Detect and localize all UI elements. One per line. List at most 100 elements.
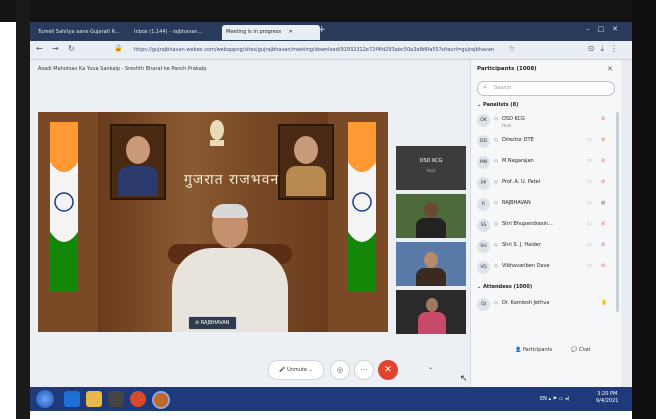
- panel-scrollbar[interactable]: [616, 112, 619, 312]
- thumbnail-tile[interactable]: OSD KCG Host: [396, 146, 466, 190]
- video-icon: ▭: [587, 137, 592, 143]
- avatar: SS: [477, 219, 490, 232]
- folder-icon[interactable]: [86, 391, 102, 407]
- browser-tab[interactable]: Inbox (1,144) - rajbhavan...: [130, 25, 226, 40]
- more-button[interactable]: ···: [354, 360, 374, 380]
- role-icon: ◇: [494, 221, 498, 227]
- meeting-area: Azadi Mahotsav Ka Yuva Sankalp - Sreshth…: [30, 60, 470, 387]
- mic-muted-icon: ⊘: [601, 137, 606, 143]
- role-icon: ◇: [494, 263, 498, 269]
- media-icon[interactable]: [108, 391, 124, 407]
- monitor-bezel-right: [632, 0, 656, 419]
- attendees-heading[interactable]: ⌄ Attendees (1000): [477, 284, 532, 290]
- start-button[interactable]: [36, 390, 54, 408]
- role-icon: ◇: [494, 158, 498, 164]
- participant-row[interactable]: MN ◇ M Nagarajan ▭ ⊘: [477, 154, 615, 171]
- participant-row[interactable]: PP ◇ Prof. A. U. Patel ▭ ⊘: [477, 175, 615, 192]
- role-icon: ◇: [494, 200, 498, 206]
- mic-muted-icon: ⊘: [601, 179, 606, 185]
- avatar: VD: [477, 261, 490, 274]
- participant-row[interactable]: DD ◇ Director DTE ▭ ⊘: [477, 133, 615, 150]
- mic-muted-icon: ⊘: [601, 221, 606, 227]
- browser-tab[interactable]: Tumeli Sahitya aane Gujarati R...: [34, 25, 134, 40]
- taskbar-clock[interactable]: 3:20 PM 9/4/2021: [596, 391, 618, 405]
- star-icon[interactable]: ☆: [508, 44, 515, 53]
- participant-row[interactable]: R ◇ RAJBHAVAN ▭ ◍: [477, 196, 615, 213]
- thumbnail-tile[interactable]: [396, 242, 466, 286]
- participant-row[interactable]: VD ◇ Vibhavariben Dave ▭ ⊘: [477, 259, 615, 276]
- thumbnail-tile[interactable]: [396, 194, 466, 238]
- mic-muted-icon: ⊘: [601, 242, 606, 248]
- participant-row[interactable]: OK ◇ OSD KCG Host ⊘: [477, 112, 615, 129]
- monitor-bezel-top: [0, 0, 656, 22]
- mic-muted-icon: ⊘: [601, 116, 606, 122]
- forward-arrow-icon[interactable]: →: [52, 44, 59, 53]
- chevron-down-icon[interactable]: ⌄: [428, 364, 433, 371]
- system-tray[interactable]: EN ▴ ⚑ ▭ ◂): [540, 396, 569, 402]
- raise-hand-icon: ✋: [601, 300, 608, 306]
- main-video: गुजरात राजभवन ⊘ RAJBHAVAN: [38, 112, 388, 332]
- participant-row[interactable]: SS ◇ Shri Bhupendrasin... ▭ ⊘: [477, 217, 615, 234]
- search-icon: ⌕: [483, 83, 487, 91]
- participant-search-input[interactable]: ⌕ Search: [477, 81, 615, 96]
- meeting-title: Azadi Mahotsav Ka Yuva Sankalp - Sreshth…: [38, 66, 207, 72]
- participants-button[interactable]: 👤 Participants: [515, 347, 552, 353]
- avatar: PP: [477, 177, 490, 190]
- new-tab-icon[interactable]: +: [318, 25, 326, 35]
- video-icon[interactable]: ◎: [330, 360, 350, 380]
- avatar: DD: [477, 135, 490, 148]
- video-icon: ▭: [587, 221, 592, 227]
- monitor-bezel-left: [16, 0, 30, 419]
- mic-icon: ◍: [601, 200, 606, 206]
- rajbhavan-banner: गुजरात राजभवन: [184, 172, 280, 188]
- url-field[interactable]: https://gujrajbhavan.webex.com/webappng/…: [134, 45, 494, 55]
- avatar: MN: [477, 156, 490, 169]
- chrome-icon[interactable]: [130, 391, 146, 407]
- role-icon: ◇: [494, 116, 498, 122]
- browser-tab-bar: Tumeli Sahitya aane Gujarati R... Inbox …: [30, 22, 632, 41]
- speaker-figure: [168, 204, 292, 332]
- participants-panel: Participants (1008) ✕ ⌕ Search ⌄ Panelis…: [470, 60, 621, 387]
- india-flag-right: [348, 122, 376, 292]
- back-arrow-icon[interactable]: ←: [36, 44, 43, 53]
- windows-taskbar: EN ▴ ⚑ ▭ ◂) 3:20 PM 9/4/2021: [30, 387, 632, 411]
- reload-icon[interactable]: ↻: [68, 44, 75, 53]
- video-icon: ▭: [587, 242, 592, 248]
- speaker-name-label: ⊘ RAJBHAVAN: [188, 316, 237, 330]
- tab-label: Inbox (1,144) - rajbhavan...: [134, 29, 203, 35]
- close-icon[interactable]: ✕: [289, 29, 293, 35]
- role-icon: ◇: [494, 242, 498, 248]
- screen: Tumeli Sahitya aane Gujarati R... Inbox …: [30, 22, 632, 411]
- window-controls[interactable]: –□✕: [586, 25, 626, 33]
- participants-title: Participants (1008): [477, 66, 537, 72]
- avatar: DJ: [477, 298, 490, 311]
- role-icon: ◇: [494, 300, 498, 306]
- firefox-icon[interactable]: [152, 391, 170, 409]
- mic-muted-icon: ⊘: [601, 158, 606, 164]
- participant-row[interactable]: SH ◇ Shri S. J. Haider ▭ ⊘: [477, 238, 615, 255]
- india-flag-left: [50, 122, 78, 292]
- portrait-right: [278, 124, 334, 200]
- unmute-button[interactable]: 🎤 Unmute ⌄: [268, 360, 324, 380]
- participant-row[interactable]: DJ ◇ Dr. Kamlesh Jethva ✋: [477, 296, 615, 313]
- panelists-heading[interactable]: ⌄ Panelists (8): [477, 102, 518, 108]
- avatar: R: [477, 198, 490, 211]
- meeting-controls: 🎤 Unmute ⌄ ◎ ··· ✕: [268, 358, 468, 380]
- avatar: OK: [477, 114, 490, 127]
- video-icon: ▭: [587, 158, 592, 164]
- portrait-left: [110, 124, 166, 200]
- mouse-cursor-icon: ↖: [460, 374, 468, 384]
- thumbnail-tile[interactable]: [396, 290, 466, 334]
- browser-tab-active[interactable]: Meeting is in progress ✕: [222, 25, 320, 40]
- close-icon[interactable]: ✕: [607, 65, 613, 73]
- tab-label: Tumeli Sahitya aane Gujarati R...: [38, 29, 120, 35]
- browser-menu-icons[interactable]: ⊙⤓⋮: [588, 44, 624, 54]
- chat-button[interactable]: 💬 Chat: [571, 347, 591, 353]
- video-icon: ▭: [587, 263, 592, 269]
- video-icon: ▭: [587, 200, 592, 206]
- national-emblem-icon: [210, 120, 224, 146]
- avatar: SH: [477, 240, 490, 253]
- ie-icon[interactable]: [64, 391, 80, 407]
- end-call-button[interactable]: ✕: [378, 360, 398, 380]
- role-icon: ◇: [494, 137, 498, 143]
